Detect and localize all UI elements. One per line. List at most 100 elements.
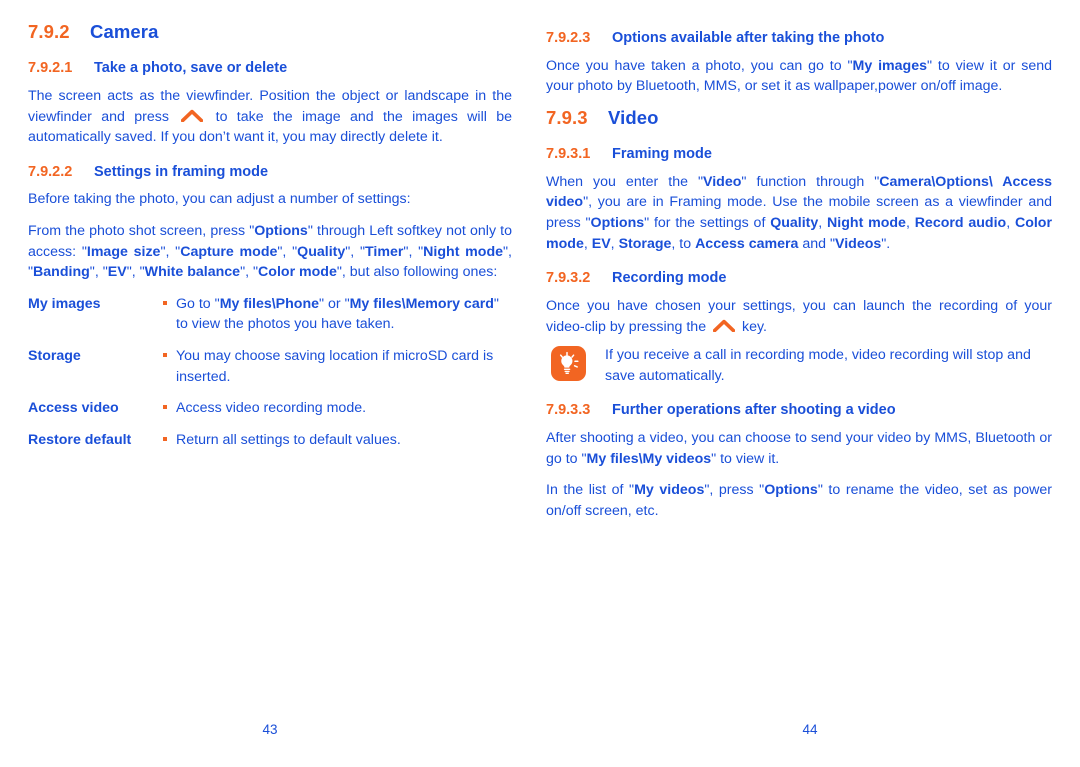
text-run: Once you have chosen your settings, you …	[546, 297, 1052, 335]
definition-term: Access video	[28, 400, 119, 417]
emphasis-run: Quality	[297, 243, 346, 260]
page-number-left: 43	[262, 722, 278, 737]
subsection-number: 7.9.3.2	[546, 270, 591, 287]
text-run: Go to "	[176, 295, 220, 312]
section-heading-video: 7.9.3 Video	[546, 106, 1052, 128]
emphasis-run: Image size	[86, 243, 161, 260]
subsection-title: Settings in framing mode	[94, 163, 269, 180]
definition-description: You may choose saving location if microS…	[176, 346, 512, 398]
text-run: ", "	[89, 264, 108, 281]
right-page-column: 7.9.2.3 Options available after taking th…	[540, 0, 1080, 767]
text-run: ".	[881, 235, 891, 252]
list-item: Restore default Return all settings to d…	[28, 430, 512, 462]
subsection-heading-options-after-photo: 7.9.2.3 Options available after taking th…	[546, 30, 1052, 47]
list-item: My images Go to "My files\Phone" or "My …	[28, 294, 512, 346]
text-run: ", "	[277, 243, 298, 260]
subsection-title: Options available after taking the photo	[612, 30, 885, 46]
text-run: ", "	[403, 243, 424, 260]
text-run: " to view it.	[711, 450, 780, 467]
subsection-title: Take a photo, save or delete	[94, 60, 288, 77]
emphasis-run: Video	[703, 173, 742, 190]
text-run: " function through "	[741, 173, 880, 190]
bullet-square	[163, 436, 167, 441]
lightbulb-tip-icon	[551, 346, 586, 382]
bullet-marker-icon	[163, 346, 176, 398]
emphasis-run: EV	[591, 235, 611, 252]
page-number-right: 44	[802, 722, 818, 737]
paragraph-my-videos-options: In the list of "My videos", press "Optio…	[546, 480, 1052, 521]
definition-description: Go to "My files\Phone" or "My files\Memo…	[176, 294, 512, 346]
definition-term: Restore default	[28, 431, 132, 448]
left-page-column: 7.9.2 Camera 7.9.2.1 Take a photo, save or…	[0, 0, 540, 767]
emphasis-run: Record audio	[914, 215, 1007, 232]
paragraph-framing-mode: When you enter the "Video" function thro…	[546, 172, 1052, 254]
subsection-heading-framing-mode: 7.9.3.1 Framing mode	[546, 146, 1052, 163]
section-number: 7.9.3	[546, 106, 588, 128]
list-item: Access video Access video recording mode…	[28, 398, 512, 430]
emphasis-run: My images	[852, 57, 927, 74]
text-run: ,	[905, 215, 915, 232]
subsection-title: Further operations after shooting a vide…	[612, 402, 896, 419]
text-run: key.	[738, 318, 767, 335]
tip-note-text: If you receive a call in recording mode,…	[605, 347, 1031, 384]
paragraph-options-after-photo: Once you have taken a photo, you can go …	[546, 56, 1052, 97]
text-run: ,	[583, 235, 592, 252]
emphasis-run: Videos	[835, 235, 882, 252]
text-run: ", "	[345, 243, 366, 260]
text-run: When you enter the "	[546, 173, 704, 190]
subsection-heading-further-operations: 7.9.3.3 Further operations after shooting…	[546, 402, 1052, 419]
text-run: From the photo shot screen, press "	[28, 223, 255, 240]
subsection-number: 7.9.3.1	[546, 146, 591, 163]
paragraph-settings-intro: Before taking the photo, you can adjust …	[28, 191, 411, 208]
subsection-heading-recording-mode: 7.9.3.2 Recording mode	[546, 270, 1052, 287]
definition-description: Access video recording mode.	[176, 398, 512, 430]
text-run: ,	[818, 215, 828, 232]
paragraph-after-shooting: After shooting a video, you can choose t…	[546, 428, 1052, 469]
definition-term: Storage	[28, 348, 81, 365]
text-run: You may choose saving location if microS…	[176, 348, 494, 385]
paragraph-viewfinder: The screen acts as the viewfinder. Posit…	[28, 86, 512, 148]
text-run: ", but also following ones:	[336, 264, 498, 281]
text-run: Access video recording mode.	[176, 400, 367, 417]
text-run: ,	[1006, 215, 1015, 232]
text-run: In the list of "	[546, 482, 635, 499]
section-title: Video	[608, 106, 659, 128]
tip-note-block: If you receive a call in recording mode,…	[546, 345, 1052, 386]
emphasis-run: Options	[590, 215, 645, 232]
bullet-marker-icon	[163, 294, 176, 346]
text-run: ", press "	[704, 482, 765, 499]
text-run: and "	[798, 235, 835, 252]
paragraph-recording-mode: Once you have chosen your settings, you …	[546, 296, 1052, 337]
emphasis-run: My videos	[634, 482, 705, 499]
emphasis-run: Quality	[770, 215, 819, 232]
subsection-title: Framing mode	[612, 146, 712, 163]
emphasis-run: Access camera	[695, 235, 799, 252]
text-run: ", "	[126, 264, 145, 281]
emphasis-run: Storage	[618, 235, 672, 252]
emphasis-run: Night mode	[423, 243, 503, 260]
bullet-square	[163, 353, 167, 358]
paragraph-options-access: From the photo shot screen, press "Optio…	[28, 221, 512, 283]
emphasis-run: White balance	[144, 264, 241, 281]
manual-page-spread: 7.9.2 Camera 7.9.2.1 Take a photo, save or…	[0, 0, 1080, 767]
bullet-square	[163, 405, 167, 410]
definition-description: Return all settings to default values.	[176, 430, 512, 462]
text-run: ,	[610, 235, 619, 252]
list-item: Storage You may choose saving location i…	[28, 346, 512, 398]
bullet-marker-icon	[163, 398, 176, 430]
text-run: , to	[671, 235, 696, 252]
subsection-title: Recording mode	[612, 270, 727, 287]
text-run: Return all settings to default values.	[176, 431, 401, 448]
subsection-number: 7.9.2.1	[28, 60, 73, 77]
subsection-heading-take-photo: 7.9.2.1 Take a photo, save or delete	[28, 60, 512, 77]
emphasis-run: Timer	[365, 243, 404, 260]
emphasis-run: Options	[254, 223, 308, 240]
text-run: " or "	[319, 295, 350, 312]
text-run: ", "	[240, 264, 259, 281]
emphasis-run: My files\Memory card	[349, 295, 494, 312]
emphasis-run: Night mode	[827, 215, 906, 232]
subsection-number: 7.9.2.3	[546, 30, 591, 46]
emphasis-run: Banding	[33, 264, 90, 281]
camera-key-chevron-icon	[713, 319, 736, 332]
subsection-number: 7.9.3.3	[546, 402, 591, 419]
